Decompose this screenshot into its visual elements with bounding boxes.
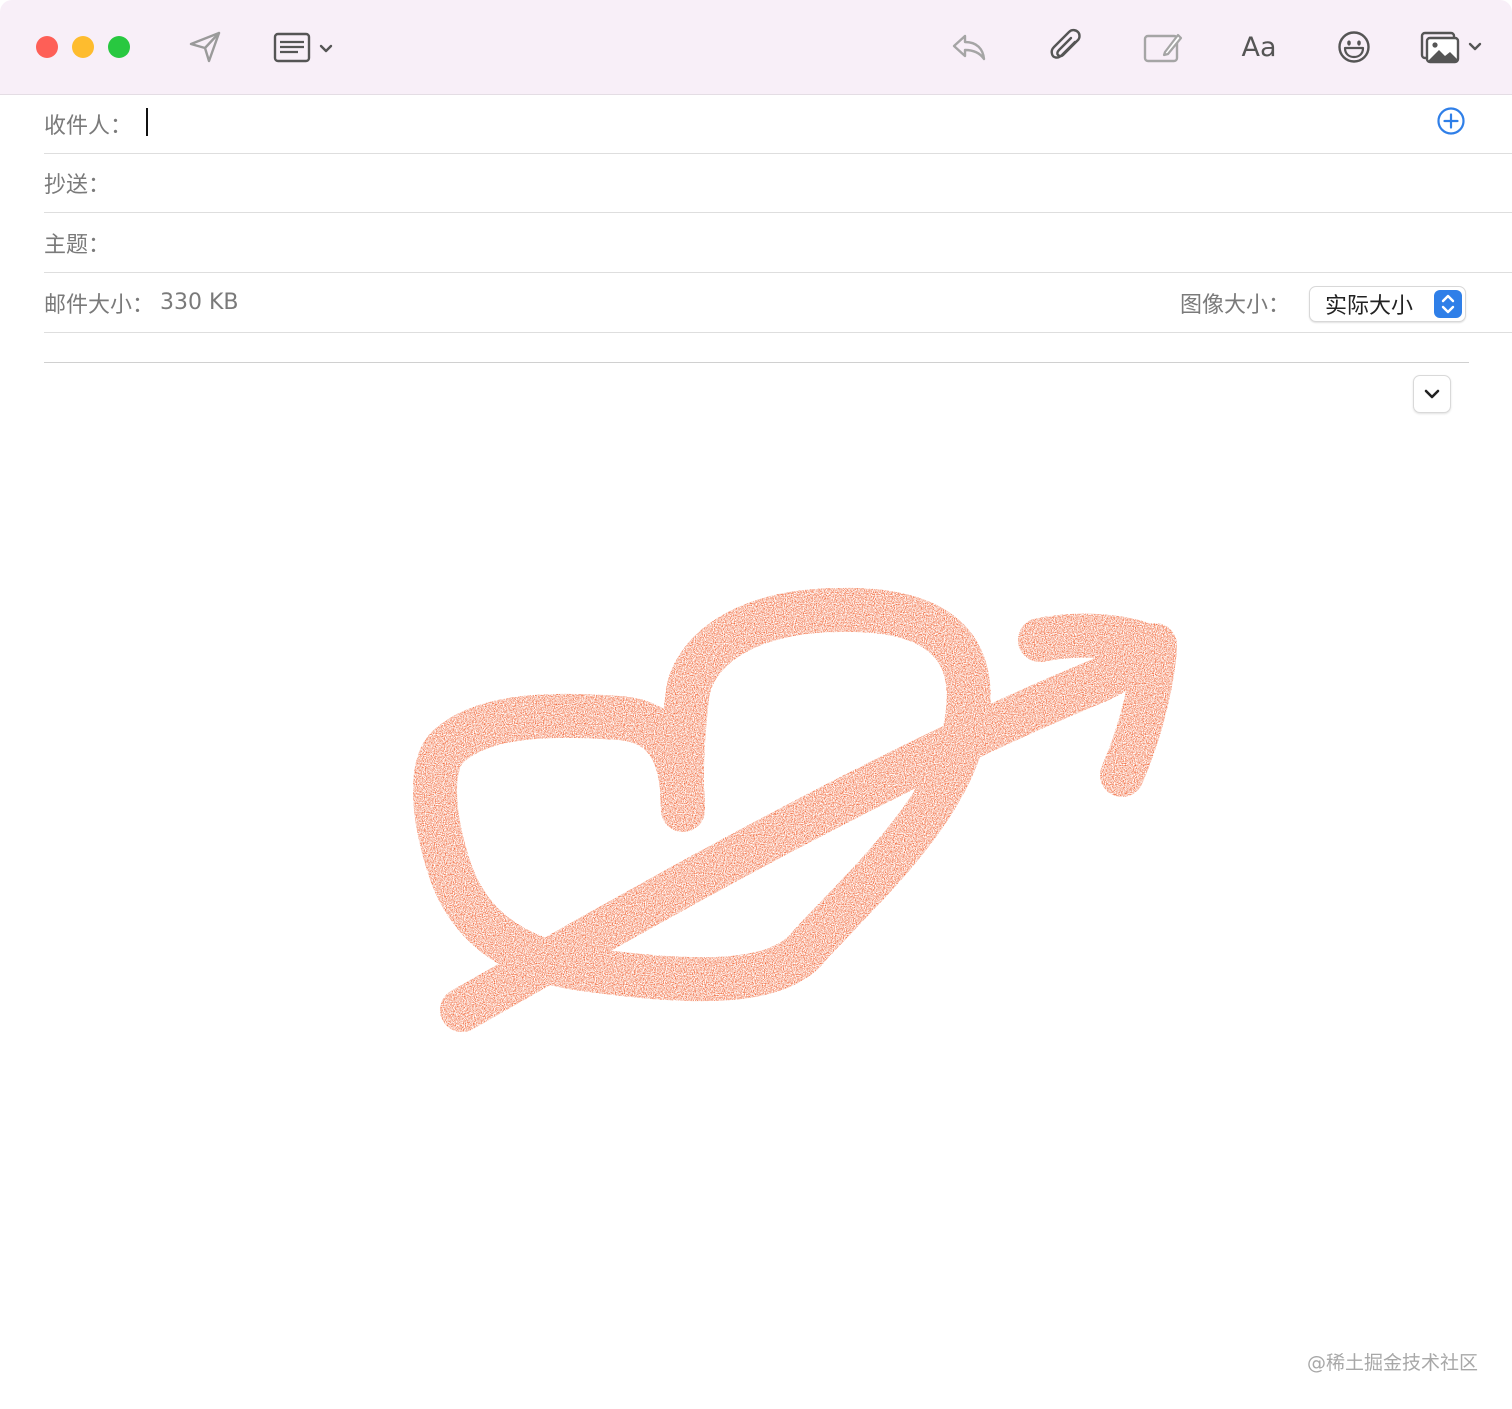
- heart-arrow-drawing: [413, 587, 1177, 1032]
- watermark: @稀土掘金技术社区: [1306, 1352, 1478, 1374]
- mail-compose-window: Aa 收件人： 抄送： 主题： 邮件大小： 330 KB 图像大小： 实际大小 …: [0, 0, 1512, 1409]
